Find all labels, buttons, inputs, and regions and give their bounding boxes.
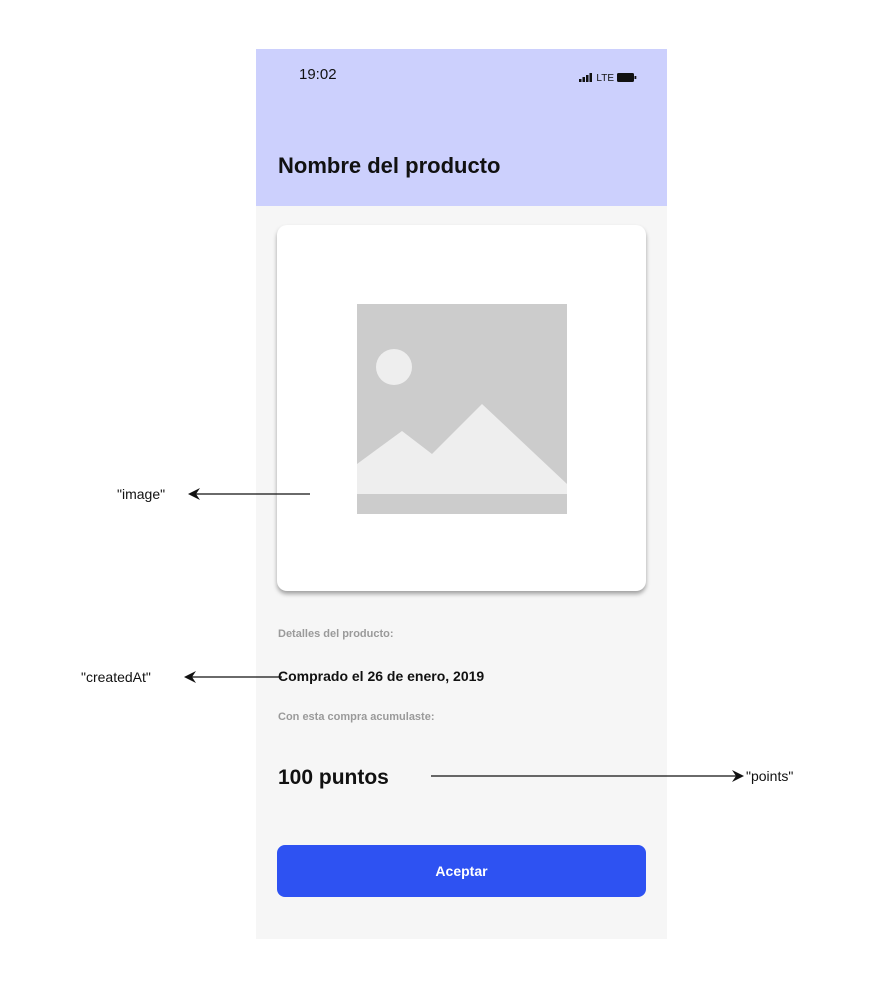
canvas: 19:02 LTE Nombre del producto Detalles d… bbox=[0, 0, 876, 984]
annotation-image-label: "image" bbox=[117, 486, 166, 502]
annotation-created-at-label: "createdAt" bbox=[81, 669, 151, 685]
annotation-points-label: "points" bbox=[746, 768, 794, 784]
